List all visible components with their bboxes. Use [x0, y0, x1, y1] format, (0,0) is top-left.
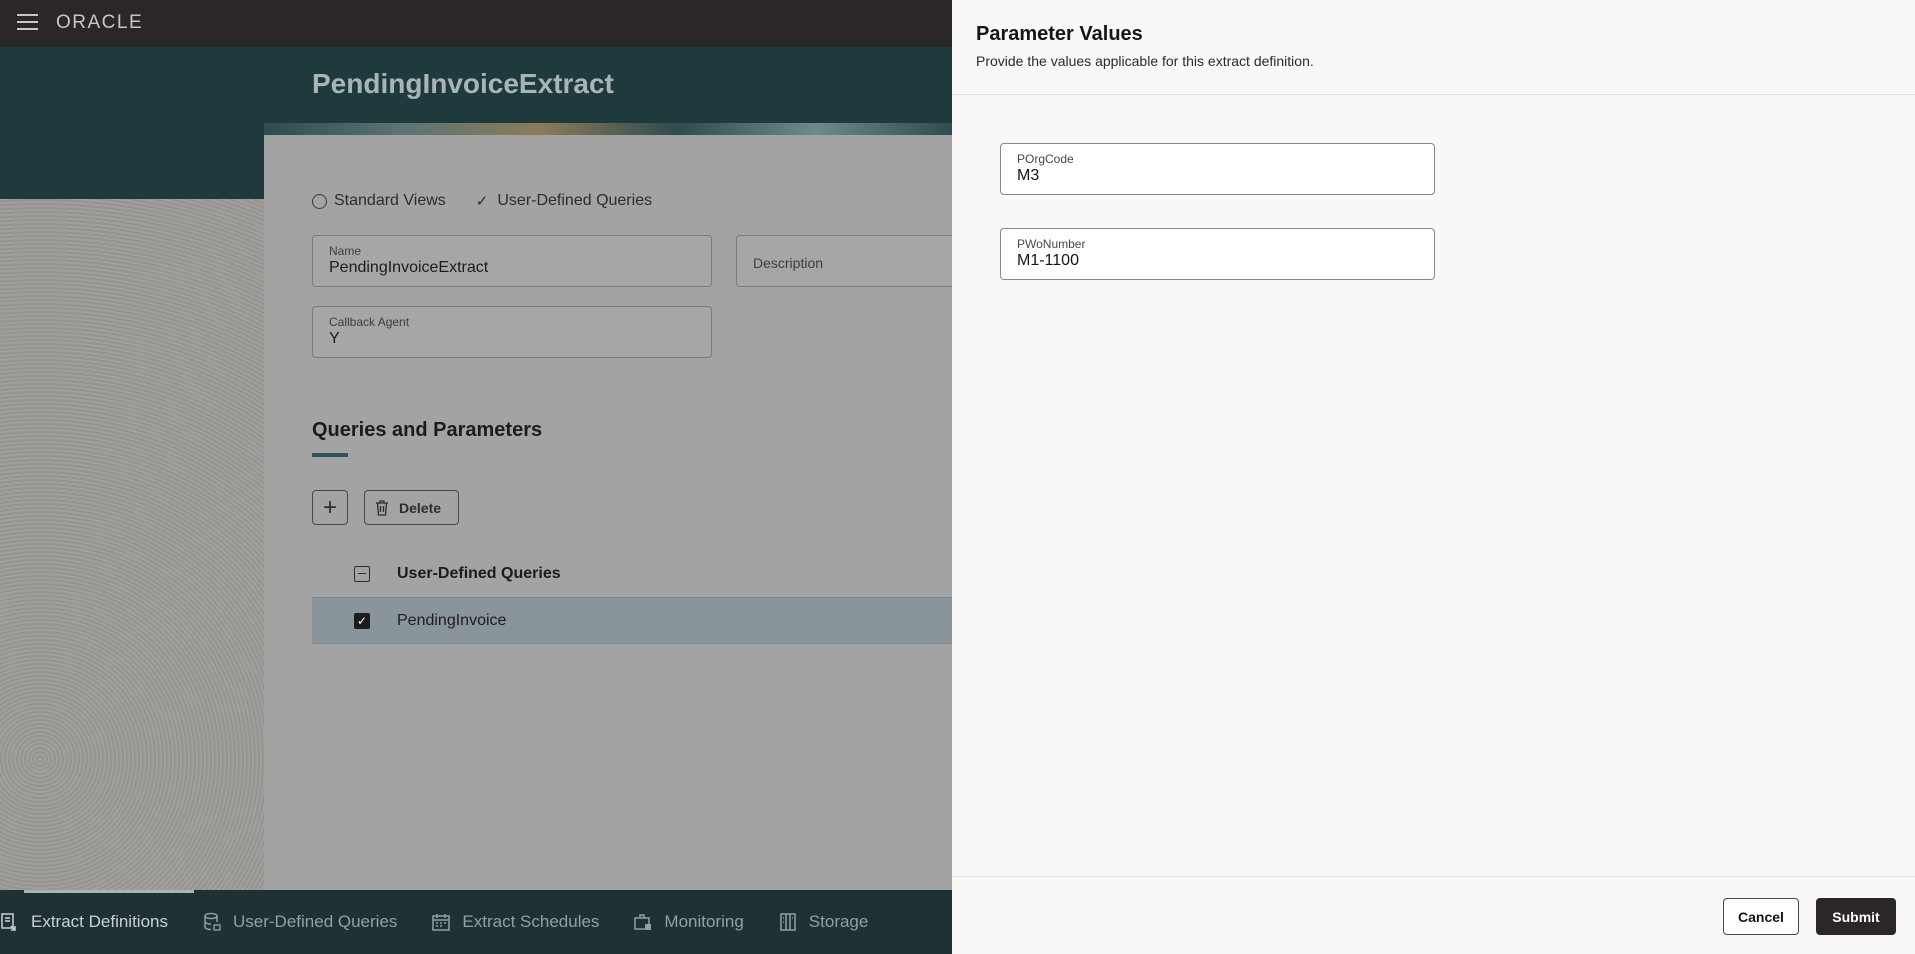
calendar-icon: [432, 914, 451, 931]
checkmark-icon: ✓: [475, 193, 489, 210]
storage-icon: [780, 913, 796, 931]
monitoring-icon: [634, 914, 652, 930]
submit-button[interactable]: Submit: [1816, 898, 1896, 935]
callback-agent-field[interactable]: Callback Agent Y: [312, 306, 712, 358]
hamburger-menu-icon[interactable]: [17, 14, 38, 31]
drawer-subtitle: Provide the values applicable for this e…: [976, 53, 1314, 69]
bottom-navigation: Extract Definitions User-Defined Queries…: [0, 890, 952, 954]
parameter-values-drawer: Parameter Values Provide the values appl…: [952, 0, 1915, 954]
section-underline: [312, 453, 348, 457]
database-icon: [204, 912, 221, 931]
name-field[interactable]: Name PendingInvoiceExtract: [312, 235, 712, 287]
nav-extract-schedules-label: Extract Schedules: [462, 912, 600, 931]
row-checkbox-checked-icon[interactable]: ✓: [354, 612, 370, 629]
nav-storage-label: Storage: [808, 912, 869, 931]
user-defined-queries-label: User-Defined Queries: [497, 192, 653, 209]
add-query-button[interactable]: +: [312, 490, 348, 525]
page-title: PendingInvoiceExtract: [312, 68, 614, 99]
pwonumber-label: PWoNumber: [1017, 237, 1086, 251]
nav-user-defined-queries-label: User-Defined Queries: [233, 912, 398, 931]
nav-user-defined-queries[interactable]: User-Defined Queries: [202, 912, 397, 932]
delete-label: Delete: [399, 499, 442, 516]
nav-extract-definitions-label: Extract Definitions: [31, 912, 168, 931]
background-pattern: [0, 199, 264, 890]
porgcode-input[interactable]: [1017, 167, 1418, 185]
oracle-logo: ORACLE: [56, 12, 144, 33]
name-field-value: PendingInvoiceExtract: [329, 259, 489, 276]
queries-section-title: Queries and Parameters: [312, 419, 543, 441]
queries-column-header: User-Defined Queries: [397, 564, 561, 582]
table-row[interactable]: ✓ PendingInvoice: [312, 597, 952, 644]
nav-extract-definitions[interactable]: Extract Definitions: [0, 912, 168, 932]
top-bar: ORACLE: [0, 0, 952, 47]
pwonumber-input[interactable]: [1017, 252, 1418, 270]
pwonumber-field[interactable]: PWoNumber: [1000, 228, 1435, 280]
description-field[interactable]: Description: [736, 235, 952, 287]
name-field-label: Name: [329, 244, 362, 258]
query-name: PendingInvoice: [397, 611, 507, 629]
plus-icon: +: [322, 493, 337, 521]
user-defined-queries-option[interactable]: ✓ User-Defined Queries: [476, 192, 652, 210]
extract-definitions-icon: [1, 913, 16, 931]
view-type-selector: Standard Views ✓ User-Defined Queries: [312, 192, 682, 210]
card-decorative-strip: [264, 123, 952, 135]
active-nav-indicator: [24, 890, 194, 893]
drawer-title: Parameter Values: [976, 23, 1143, 45]
queries-table-header: User-Defined Queries: [312, 551, 952, 596]
select-all-checkbox-icon[interactable]: [354, 565, 370, 582]
nav-storage[interactable]: Storage: [778, 912, 869, 932]
standard-views-label: Standard Views: [334, 192, 446, 209]
callback-agent-value: Y: [329, 330, 340, 347]
nav-extract-schedules[interactable]: Extract Schedules: [431, 912, 599, 932]
trash-icon: [376, 499, 388, 516]
nav-monitoring-label: Monitoring: [664, 912, 744, 931]
drawer-header: Parameter Values Provide the values appl…: [952, 0, 1915, 95]
delete-query-button[interactable]: Delete: [364, 490, 459, 525]
nav-monitoring[interactable]: Monitoring: [633, 912, 744, 932]
porgcode-field[interactable]: POrgCode: [1000, 143, 1435, 195]
description-placeholder: Description: [753, 255, 824, 271]
radio-unselected-icon: [312, 193, 327, 209]
standard-views-option[interactable]: Standard Views: [312, 192, 446, 210]
cancel-button[interactable]: Cancel: [1723, 898, 1799, 935]
porgcode-label: POrgCode: [1017, 152, 1074, 166]
callback-agent-label: Callback Agent: [329, 315, 410, 329]
